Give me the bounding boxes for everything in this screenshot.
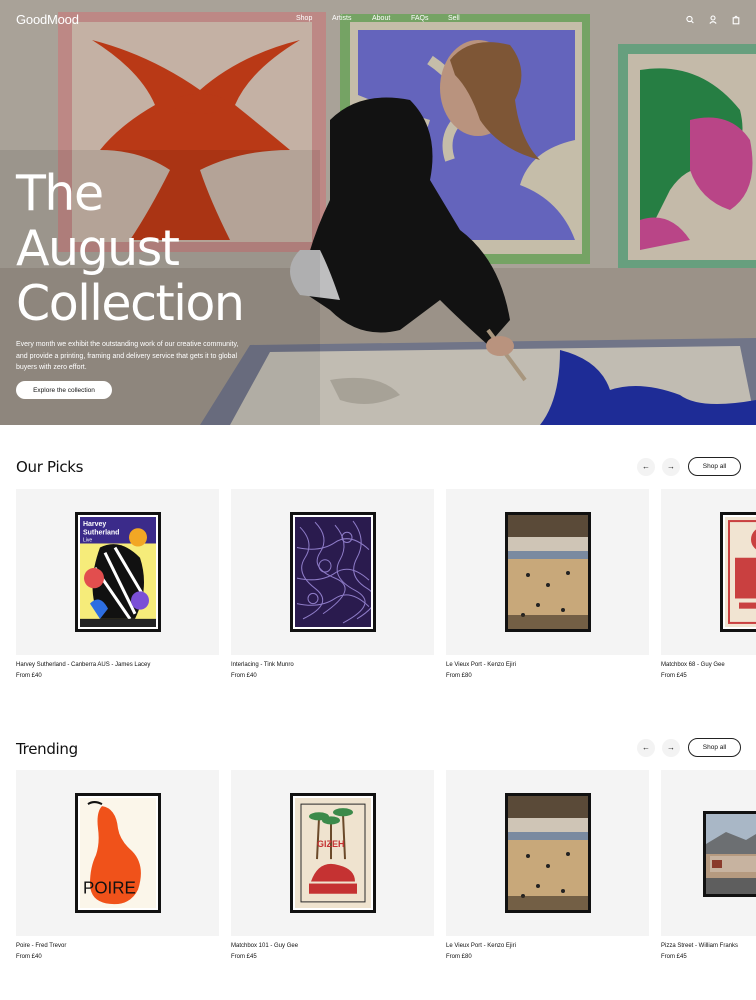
section-title-our-picks: Our Picks	[16, 458, 84, 476]
poster-art: Harvey Sutherland Live	[80, 517, 156, 627]
product-name[interactable]: Poire - Fred Trevor	[16, 943, 66, 949]
product-name[interactable]: Pizza Street - William Franks	[661, 943, 738, 949]
cart-icon[interactable]	[731, 14, 754, 26]
next-arrow-button[interactable]: →	[662, 739, 680, 757]
arrow-left-icon: ←	[642, 743, 650, 752]
nav-link-shop[interactable]: Shop	[296, 15, 332, 22]
poster-frame: POIRE	[75, 793, 161, 913]
hero-description: Every month we exhibit the outstanding w…	[16, 341, 239, 371]
nav-link-faqs[interactable]: FAQs	[411, 15, 448, 22]
product-image[interactable]	[231, 489, 434, 655]
poster-frame	[505, 512, 591, 632]
product-name[interactable]: Le Vieux Port - Kenzo Ejiri	[446, 943, 516, 949]
shop-all-button[interactable]: Shop all	[688, 738, 741, 757]
product-card[interactable]: Interlacing - Tink Munro From £40	[231, 489, 434, 679]
hero-title-line: The	[16, 165, 104, 222]
product-price: From £45	[231, 954, 257, 960]
nav-link-about[interactable]: About	[372, 15, 411, 22]
prev-arrow-button[interactable]: ←	[637, 739, 655, 757]
arrow-left-icon: ←	[642, 462, 650, 471]
product-card[interactable]: Matchbox 68 - Guy Gee From £45	[661, 489, 756, 679]
product-price: From £80	[446, 673, 472, 679]
poster-text: GIZEH	[317, 839, 344, 849]
top-navigation: GoodMood Shop Artists About FAQs Sell	[0, 0, 756, 40]
product-card[interactable]: POIRE Poire - Fred Trevor From £40	[16, 770, 219, 960]
poster-frame: GIZEH	[290, 793, 376, 913]
poster-art	[706, 814, 756, 894]
poster-text: Sutherland	[83, 529, 119, 536]
poster-art	[725, 517, 756, 627]
product-price: From £40	[16, 954, 42, 960]
poster-frame	[290, 512, 376, 632]
hero-title-line: August	[16, 220, 180, 277]
product-name[interactable]: Le Vieux Port - Kenzo Ejiri	[446, 662, 516, 668]
poster-art	[508, 515, 588, 629]
product-price: From £45	[661, 954, 687, 960]
product-price: From £40	[231, 673, 257, 679]
shop-all-button[interactable]: Shop all	[688, 457, 741, 476]
explore-collection-button[interactable]: Explore the collection	[16, 381, 112, 399]
arrow-right-icon: →	[667, 743, 675, 752]
poster-text: Live	[83, 537, 92, 543]
product-name[interactable]: Harvey Sutherland - Canberra AUS - James…	[16, 662, 150, 668]
poster-frame	[505, 793, 591, 913]
poster-art: POIRE	[80, 798, 156, 908]
product-image[interactable]: Harvey Sutherland Live	[16, 489, 219, 655]
nav-links: Shop Artists About FAQs Sell	[296, 15, 460, 22]
poster-frame	[703, 811, 756, 897]
arrow-right-icon: →	[667, 462, 675, 471]
nav-link-sell[interactable]: Sell	[448, 15, 460, 22]
poster-art: GIZEH	[295, 798, 371, 908]
product-price: From £45	[661, 673, 687, 679]
product-image[interactable]	[446, 770, 649, 936]
product-card[interactable]: Harvey Sutherland Live Harvey Sutherland…	[16, 489, 219, 679]
product-card[interactable]: Le Vieux Port - Kenzo Ejiri From £80	[446, 770, 649, 960]
prev-arrow-button[interactable]: ←	[637, 458, 655, 476]
product-name[interactable]: Matchbox 101 - Guy Gee	[231, 943, 298, 949]
hero-title-line: Collection	[16, 275, 245, 332]
product-card[interactable]: GIZEH Matchbox 101 - Guy Gee From £45	[231, 770, 434, 960]
section-title-trending: Trending	[16, 740, 78, 758]
poster-art	[295, 517, 371, 627]
product-card[interactable]: Le Vieux Port - Kenzo Ejiri From £80	[446, 489, 649, 679]
poster-text: POIRE	[83, 878, 136, 898]
product-image[interactable]: POIRE	[16, 770, 219, 936]
product-image[interactable]	[446, 489, 649, 655]
next-arrow-button[interactable]: →	[662, 458, 680, 476]
product-card[interactable]: Pizza Street - William Franks From £45	[661, 770, 756, 960]
search-icon[interactable]	[685, 14, 708, 26]
account-icon[interactable]	[708, 14, 731, 26]
poster-frame: Harvey Sutherland Live	[75, 512, 161, 632]
nav-link-artists[interactable]: Artists	[332, 15, 372, 22]
product-price: From £80	[446, 954, 472, 960]
product-image[interactable]	[661, 770, 756, 936]
poster-frame	[720, 512, 756, 632]
product-name[interactable]: Interlacing - Tink Munro	[231, 662, 294, 668]
hero-title: The August Collection	[16, 166, 316, 331]
product-image[interactable]	[661, 489, 756, 655]
product-price: From £40	[16, 673, 42, 679]
poster-art	[508, 796, 588, 910]
brand-logo[interactable]: GoodMood	[16, 12, 79, 27]
nav-icons	[685, 14, 754, 26]
hero-banner: GoodMood Shop Artists About FAQs Sell Th…	[0, 0, 756, 425]
product-name[interactable]: Matchbox 68 - Guy Gee	[661, 662, 725, 668]
product-image[interactable]: GIZEH	[231, 770, 434, 936]
poster-text: Harvey	[83, 521, 106, 528]
